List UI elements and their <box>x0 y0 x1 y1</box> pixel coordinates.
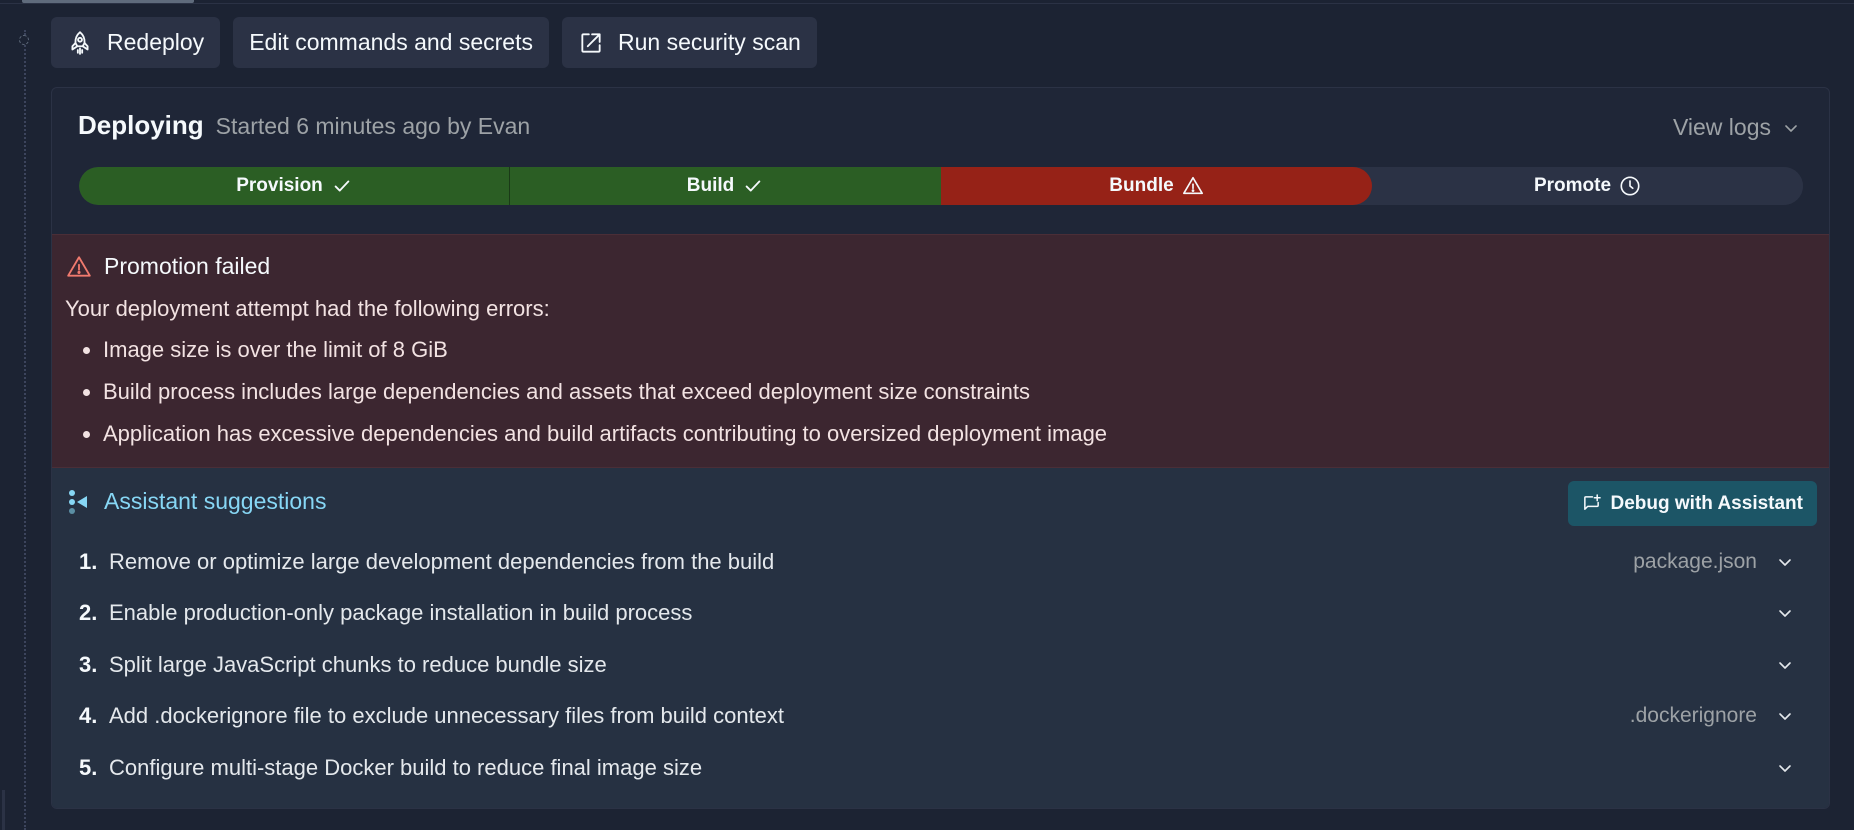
clock-icon <box>1620 176 1640 196</box>
error-title: Promotion failed <box>104 253 271 279</box>
chevron-down-icon <box>1779 661 1791 669</box>
debug-with-assistant-button[interactable]: Debug with Assistant <box>1567 481 1817 526</box>
view-logs-label: View logs <box>1672 114 1771 140</box>
warning-icon <box>1182 176 1203 195</box>
step-label: Bundle <box>1109 175 1174 196</box>
step-label: Build <box>686 175 735 196</box>
suggestion-text: Remove or optimize large development dep… <box>109 548 775 574</box>
chevron-down-icon <box>1779 713 1791 721</box>
redeploy-label: Redeploy <box>107 29 205 55</box>
step-provision: Provision <box>79 167 510 205</box>
chevron-down-icon <box>1779 764 1791 772</box>
debug-label: Debug with Assistant <box>1610 492 1803 514</box>
redeploy-button[interactable]: Redeploy <box>51 17 221 68</box>
check-icon <box>334 180 350 192</box>
error-list: Image size is over the limit of 8 GiB Bu… <box>65 335 1107 461</box>
suggestion-item[interactable]: 4. Add .dockerignore file to exclude unn… <box>79 691 1799 743</box>
deployment-subtitle: Started 6 minutes ago by Evan <box>215 113 531 139</box>
error-header: Promotion failed <box>66 253 270 280</box>
suggestion-file: .dockerignore <box>1629 704 1757 728</box>
assistant-title: Assistant suggestions <box>104 488 327 514</box>
suggestion-text: Add .dockerignore file to exclude unnece… <box>109 703 785 729</box>
step-label: Provision <box>236 175 323 196</box>
suggestion-number: 5. <box>79 754 98 780</box>
step-label: Promote <box>1533 175 1612 196</box>
timeline-node-icon <box>19 35 29 45</box>
edit-commands-label: Edit commands and secrets <box>249 29 533 55</box>
assistant-icon <box>69 489 87 514</box>
step-bundle: Bundle <box>941 167 1372 205</box>
suggestion-list: 1. Remove or optimize large development … <box>79 536 1799 794</box>
chevron-down-icon <box>1779 558 1791 566</box>
suggestion-file: package.json <box>1633 549 1757 573</box>
suggestion-item[interactable]: 1. Remove or optimize large development … <box>79 536 1799 588</box>
edit-commands-button[interactable]: Edit commands and secrets <box>233 17 549 68</box>
security-scan-label: Run security scan <box>617 29 801 55</box>
chevron-down-icon <box>1779 610 1791 618</box>
scrollbar[interactable] <box>2 790 5 830</box>
error-panel: Promotion failed Your deployment attempt… <box>52 234 1829 468</box>
suggestion-number: 1. <box>79 548 98 574</box>
deployment-progress: Provision Build Bundle Promote <box>79 167 1803 205</box>
chat-plus-icon <box>1583 494 1601 510</box>
suggestion-item[interactable]: 3. Split large JavaScript chunks to redu… <box>79 639 1799 691</box>
error-item: Build process includes large dependencie… <box>103 377 1107 419</box>
deployment-status-title: Deploying <box>78 110 204 140</box>
chevron-down-icon <box>1785 124 1797 132</box>
suggestion-text: Configure multi-stage Docker build to re… <box>109 754 703 780</box>
assistant-panel: Assistant suggestions Debug with Assista… <box>52 468 1829 808</box>
external-link-icon <box>581 32 601 53</box>
suggestion-number: 3. <box>79 651 98 677</box>
deployment-actions: Redeploy Edit commands and secrets Run s… <box>51 17 817 68</box>
deployment-card: Deploying Started 6 minutes ago by Evan … <box>51 87 1830 809</box>
security-scan-button[interactable]: Run security scan <box>561 17 817 68</box>
step-promote: Promote <box>1372 167 1803 205</box>
step-build: Build <box>509 167 941 205</box>
rocket-icon <box>71 30 89 55</box>
timeline-rail <box>24 30 26 830</box>
deployment-header: Deploying Started 6 minutes ago by Evan <box>78 110 530 141</box>
suggestion-number: 4. <box>79 703 98 729</box>
view-logs-button[interactable]: View logs <box>1673 114 1799 141</box>
error-item: Image size is over the limit of 8 GiB <box>103 335 1107 377</box>
suggestion-text: Split large JavaScript chunks to reduce … <box>109 651 607 677</box>
check-icon <box>745 180 761 192</box>
warning-icon <box>67 255 91 277</box>
assistant-header: Assistant suggestions <box>66 488 326 515</box>
suggestion-item[interactable]: 2. Enable production-only package instal… <box>79 588 1799 640</box>
suggestion-item[interactable]: 5. Configure multi-stage Docker build to… <box>79 742 1799 794</box>
error-item: Application has excessive dependencies a… <box>103 419 1107 461</box>
suggestion-number: 2. <box>79 600 98 626</box>
suggestion-text: Enable production-only package installat… <box>109 600 693 626</box>
top-divider <box>0 3 1854 4</box>
error-intro: Your deployment attempt had the followin… <box>65 296 550 321</box>
